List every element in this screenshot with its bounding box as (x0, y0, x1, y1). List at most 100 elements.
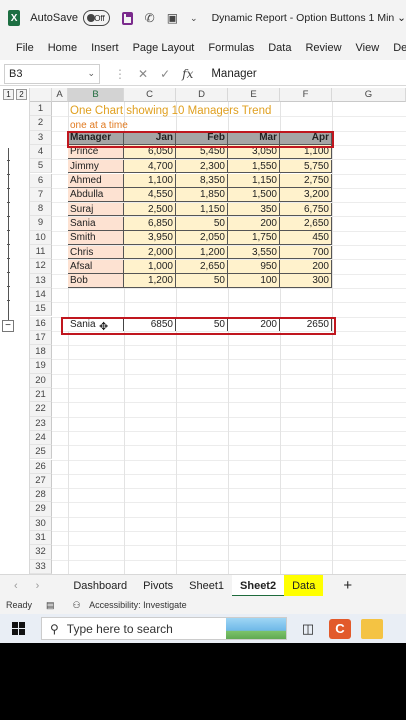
tab-review[interactable]: Review (298, 42, 348, 54)
tab-formulas[interactable]: Formulas (201, 42, 261, 54)
outline-collapse-button[interactable]: − (2, 320, 14, 332)
tab-page-layout[interactable]: Page Layout (126, 42, 202, 54)
column-header-d[interactable]: D (176, 88, 228, 102)
tab-view[interactable]: View (349, 42, 387, 54)
outline-level-1-button[interactable]: 1 (3, 89, 14, 100)
table-cell[interactable]: 1,850 (176, 188, 228, 203)
row-header[interactable]: 2 (30, 116, 52, 131)
check-icon[interactable]: ✓ (160, 67, 170, 81)
table-cell[interactable]: 2,050 (176, 231, 228, 245)
row-header[interactable]: 10 (30, 230, 52, 245)
row-header[interactable]: 9 (30, 216, 52, 231)
row-header[interactable]: 5 (30, 159, 52, 174)
taskbar-search[interactable]: ⚲ Type here to search (41, 617, 287, 640)
row-header[interactable]: 28 (30, 488, 52, 503)
autosave-toggle[interactable]: Off (82, 10, 110, 26)
table-cell[interactable]: 1,200 (176, 245, 228, 260)
table-cell[interactable]: 8,350 (176, 174, 228, 188)
table-cell[interactable]: Afsal (68, 259, 124, 274)
row-header[interactable]: 7 (30, 187, 52, 203)
more-options-icon[interactable]: ⋮ (114, 67, 126, 81)
row-header[interactable]: 20 (30, 373, 52, 388)
accessibility-status[interactable]: ⚇ Accessibility: Investigate (67, 600, 187, 611)
table-cell[interactable]: Ahmed (68, 174, 124, 188)
table-cell[interactable]: 4,550 (124, 188, 176, 203)
column-header-c[interactable]: C (124, 88, 176, 102)
column-header-a[interactable]: A (52, 88, 68, 102)
image-icon[interactable]: ▣ (167, 11, 178, 25)
row-header[interactable]: 27 (30, 473, 52, 489)
windows-logo-icon[interactable] (12, 622, 25, 635)
row-header[interactable]: 13 (30, 273, 52, 288)
row-header[interactable]: 16 (30, 316, 52, 331)
table-cell[interactable]: 3,200 (280, 188, 332, 203)
save-icon[interactable] (121, 11, 133, 25)
table-cell[interactable]: Suraj (68, 202, 124, 217)
fx-icon[interactable]: fx (182, 67, 193, 81)
name-box[interactable]: B3 ⌄ (4, 63, 100, 84)
column-header-e[interactable]: E (228, 88, 280, 102)
table-cell[interactable]: 2,650 (176, 259, 228, 274)
table-cell[interactable]: 5,750 (280, 159, 332, 174)
table-cell[interactable]: Bob (68, 274, 124, 288)
document-title[interactable]: Dynamic Report - Option Buttons 1 Min ⌄ (212, 12, 406, 24)
sheet-tab-pivots[interactable]: Pivots (135, 575, 181, 597)
tab-data[interactable]: Data (261, 42, 298, 54)
table-cell[interactable]: 1,200 (124, 274, 176, 288)
row-header[interactable]: 25 (30, 445, 52, 460)
row-header[interactable]: 31 (30, 531, 52, 546)
table-cell[interactable]: 1,150 (228, 174, 280, 188)
table-cell[interactable]: 200 (228, 216, 280, 231)
row-header[interactable]: 8 (30, 202, 52, 217)
table-cell[interactable]: 300 (280, 274, 332, 288)
tab-home[interactable]: Home (41, 42, 84, 54)
macro-record-icon[interactable]: ▤ (46, 600, 55, 611)
table-cell[interactable]: Abdulla (68, 188, 124, 203)
table-cell[interactable]: Jimmy (68, 159, 124, 174)
table-cell[interactable]: 700 (280, 245, 332, 260)
next-sheet-icon[interactable]: › (36, 580, 40, 592)
table-cell[interactable]: 3,550 (228, 245, 280, 260)
row-header[interactable]: 6 (30, 173, 52, 188)
table-cell[interactable]: 1,550 (228, 159, 280, 174)
row-header[interactable]: 22 (30, 402, 52, 417)
table-cell[interactable]: 2,500 (124, 202, 176, 217)
table-cell[interactable]: 3,950 (124, 231, 176, 245)
column-header-g[interactable]: G (332, 88, 406, 102)
table-cell[interactable]: 1,150 (176, 202, 228, 217)
table-cell[interactable]: 50 (176, 216, 228, 231)
row-header[interactable]: 14 (30, 287, 52, 303)
table-cell[interactable]: Chris (68, 245, 124, 260)
row-header[interactable]: 18 (30, 345, 52, 360)
table-cell[interactable]: 1,000 (124, 259, 176, 274)
row-header[interactable]: 19 (30, 359, 52, 374)
chevron-down-icon[interactable]: ⌄ (190, 13, 198, 24)
row-header[interactable]: 32 (30, 545, 52, 560)
table-cell[interactable]: 1,750 (228, 231, 280, 245)
file-explorer-icon[interactable] (361, 618, 383, 639)
table-cell[interactable]: 2,000 (124, 245, 176, 260)
table-cell[interactable]: 6,750 (280, 202, 332, 217)
sheet-tab-dashboard[interactable]: Dashboard (65, 575, 135, 597)
prev-sheet-icon[interactable]: ‹ (14, 580, 18, 592)
row-header[interactable]: 33 (30, 559, 52, 574)
close-icon[interactable]: ✕ (138, 67, 148, 81)
sheet-tab-sheet1[interactable]: Sheet1 (181, 575, 232, 597)
row-header[interactable]: 4 (30, 144, 52, 160)
table-cell[interactable]: 450 (280, 231, 332, 245)
table-cell[interactable]: 350 (228, 202, 280, 217)
task-view-icon[interactable]: ◫ (297, 619, 319, 639)
table-cell[interactable]: 1,100 (124, 174, 176, 188)
app-orange-icon[interactable]: C (329, 618, 351, 639)
table-cell[interactable]: 4,700 (124, 159, 176, 174)
table-cell[interactable]: 2,300 (176, 159, 228, 174)
table-cell[interactable]: 950 (228, 259, 280, 274)
table-cell[interactable]: 2,750 (280, 174, 332, 188)
row-header[interactable]: 15 (30, 302, 52, 317)
sheet-tab-data[interactable]: Data (284, 574, 324, 597)
formula-input[interactable]: Manager (211, 68, 256, 80)
tab-file[interactable]: File (0, 42, 41, 54)
column-header-f[interactable]: F (280, 88, 332, 102)
phone-icon[interactable]: ✆ (145, 11, 155, 25)
row-header[interactable]: 1 (30, 102, 52, 117)
